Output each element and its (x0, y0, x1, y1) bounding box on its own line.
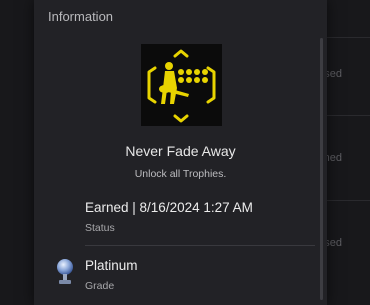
panel-title: Information (48, 9, 114, 24)
trophy-art-image (141, 44, 222, 126)
trophy-name: Never Fade Away (125, 143, 236, 159)
status-label: Status (85, 222, 115, 234)
trophy-description: Unlock all Trophies. (134, 168, 227, 180)
trophy-art-silhouette-icon (141, 44, 222, 126)
status-value: Earned | 8/16/2024 1:27 AM (85, 200, 253, 215)
divider (85, 245, 315, 246)
grade-label: Grade (85, 280, 115, 292)
grade-value: Platinum (85, 258, 138, 273)
platinum-trophy-icon (54, 257, 76, 287)
information-panel: Information Never Fade Away Unlock all T… (34, 0, 327, 305)
